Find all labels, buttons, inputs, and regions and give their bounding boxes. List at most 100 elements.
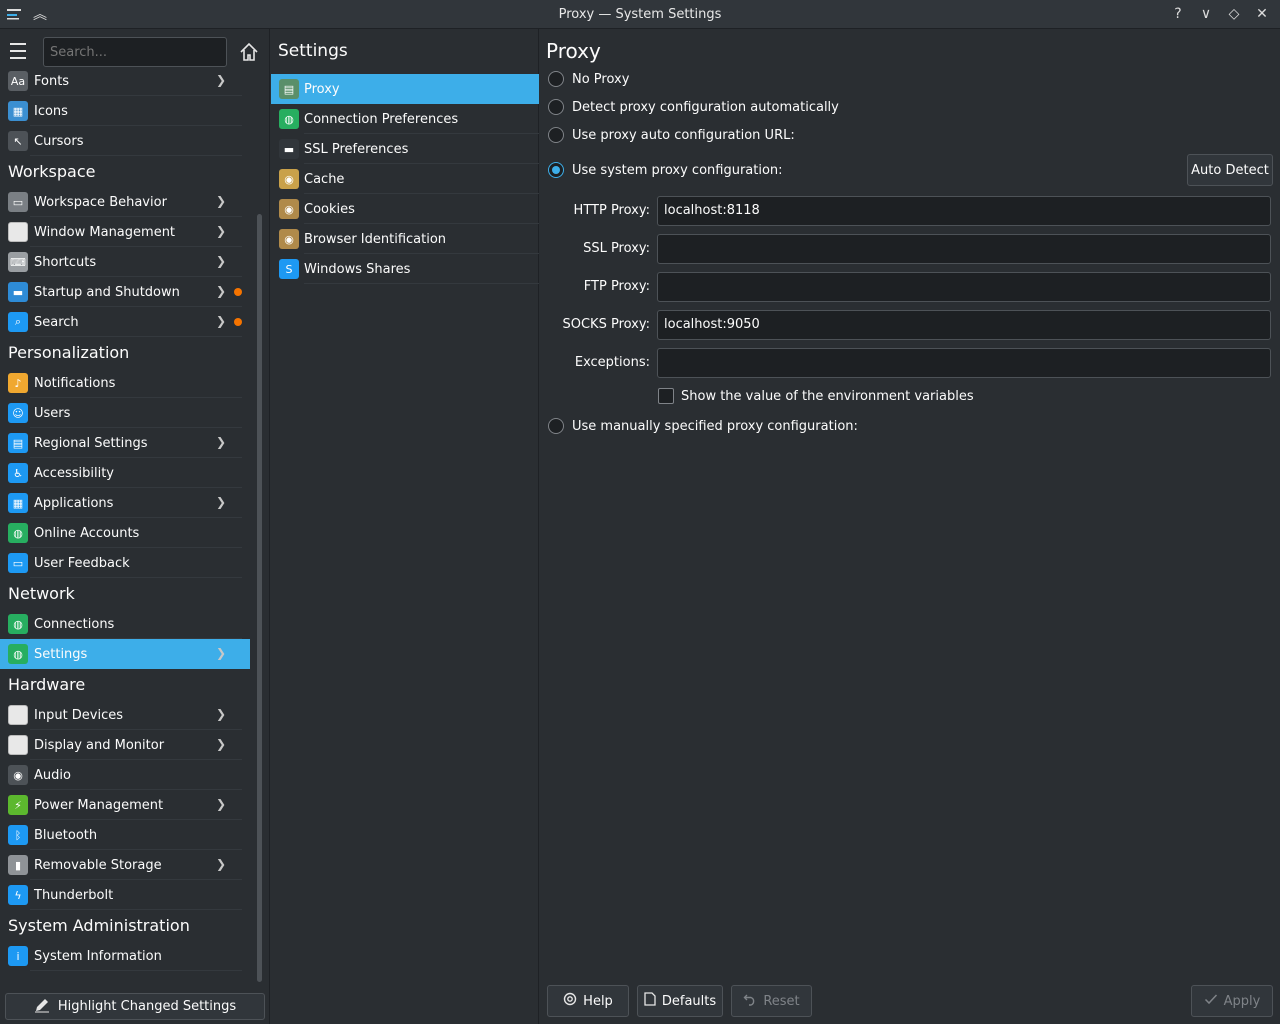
feedback-icon: ▭ (8, 553, 28, 573)
help-button-label: Help (583, 993, 613, 1009)
sidebar-item-user-feedback[interactable]: ▭ User Feedback (0, 548, 250, 578)
sidebar-item-shortcuts[interactable]: ⌨ Shortcuts ❯ (0, 247, 250, 277)
show-env-checkbox[interactable] (658, 388, 674, 404)
apply-button-label: Apply (1223, 993, 1261, 1009)
exceptions-field[interactable] (657, 348, 1271, 378)
highlight-changed-settings-button[interactable]: Highlight Changed Settings (5, 993, 265, 1020)
category-item-label: Windows Shares (304, 261, 411, 277)
auto-detect-button[interactable]: Auto Detect (1187, 154, 1273, 186)
sidebar-item-label: Applications (34, 495, 114, 511)
window-title: Proxy — System Settings (558, 6, 722, 22)
home-icon[interactable] (238, 41, 260, 63)
browser-id-icon: ◉ (279, 229, 299, 249)
sidebar-item-bluetooth[interactable]: ᛒ Bluetooth (0, 820, 250, 850)
manual-proxy-option[interactable]: Use manually specified proxy configurati… (548, 418, 858, 434)
bell-icon: ♪ (8, 373, 28, 393)
system-proxy-radio[interactable] (548, 162, 564, 178)
hamburger-menu-icon[interactable] (10, 43, 30, 61)
sidebar-item-notifications[interactable]: ♪ Notifications (0, 368, 250, 398)
auto-detect-radio[interactable] (548, 99, 564, 115)
sidebar-item-audio[interactable]: ◉ Audio (0, 760, 250, 790)
sidebar-item-connections[interactable]: ◍ Connections (0, 609, 250, 639)
sidebar-item-system-information[interactable]: i System Information (0, 941, 250, 971)
category-item-label: Connection Preferences (304, 111, 459, 127)
category-item-cookies[interactable]: ◉ Cookies (271, 194, 539, 224)
sidebar-item-input-devices[interactable]: Input Devices ❯ (0, 700, 250, 730)
sidebar-item-settings[interactable]: ◍ Settings ❯ (0, 639, 250, 669)
ftp-proxy-field[interactable] (657, 272, 1271, 302)
reset-button[interactable]: Reset (731, 985, 812, 1017)
help-button[interactable]: Help (547, 985, 629, 1017)
category-item-label: Browser Identification (304, 231, 447, 247)
globe-icon: ◍ (8, 523, 28, 543)
apply-button[interactable]: Apply (1191, 985, 1273, 1017)
input-devices-icon (8, 705, 28, 725)
sidebar-item-label: Search (34, 314, 79, 330)
ssl-icon: ▬ (279, 139, 299, 159)
sidebar-item-accessibility[interactable]: ♿ Accessibility (0, 458, 250, 488)
sidebar-item-thunderbolt[interactable]: ϟ Thunderbolt (0, 880, 250, 910)
defaults-button[interactable]: Defaults (637, 985, 723, 1017)
sidebar-item-removable-storage[interactable]: ▮ Removable Storage ❯ (0, 850, 250, 880)
auto-url-option[interactable]: Use proxy auto configuration URL: (548, 127, 795, 143)
sidebar-item-label: Bluetooth (34, 827, 98, 843)
sidebar-item-regional-settings[interactable]: ▤ Regional Settings ❯ (0, 428, 250, 458)
minimize-icon[interactable]: ∨ (1196, 4, 1216, 24)
manual-proxy-label: Use manually specified proxy configurati… (572, 418, 858, 434)
sidebar-item-cursors[interactable]: ↖ Cursors (0, 126, 250, 156)
keep-above-icon[interactable]: ︽ (30, 4, 50, 24)
sidebar-item-fonts[interactable]: Aa Fonts ❯ (0, 66, 250, 96)
sidebar-item-search[interactable]: ⌕ Search ❯ (0, 307, 250, 337)
no-proxy-radio[interactable] (548, 71, 564, 87)
auto-detect-option[interactable]: Detect proxy configuration automatically (548, 99, 839, 115)
network-settings-icon: ◍ (8, 644, 28, 664)
chevron-right-icon: ❯ (215, 254, 226, 268)
maximize-icon[interactable]: ◇ (1224, 4, 1244, 24)
app-menu-icon[interactable] (4, 4, 24, 24)
socks-proxy-field[interactable]: localhost:9050 (657, 310, 1271, 340)
sidebar-item-startup-and-shutdown[interactable]: ▬ Startup and Shutdown ❯ (0, 277, 250, 307)
category-item-connection-preferences[interactable]: ◍ Connection Preferences (271, 104, 539, 134)
proxy-icon: ▤ (279, 79, 299, 99)
sidebar-item-power-management[interactable]: ⚡ Power Management ❯ (0, 790, 250, 820)
users-icon: ☺ (8, 403, 28, 423)
fonts-icon: Aa (8, 71, 28, 91)
search-input[interactable] (43, 37, 227, 67)
system-proxy-option[interactable]: Use system proxy configuration: (548, 162, 783, 178)
close-icon[interactable]: ✕ (1252, 4, 1272, 24)
http-proxy-field[interactable]: localhost:8118 (657, 196, 1271, 226)
category-item-windows-shares[interactable]: S Windows Shares (271, 254, 539, 284)
category-item-proxy[interactable]: ▤ Proxy (271, 74, 539, 104)
windows-shares-icon: S (279, 259, 299, 279)
category-item-browser-identification[interactable]: ◉ Browser Identification (271, 224, 539, 254)
sidebar-item-icons[interactable]: ▦ Icons (0, 96, 250, 126)
manual-proxy-radio[interactable] (548, 418, 564, 434)
sidebar-item-window-management[interactable]: Window Management ❯ (0, 217, 250, 247)
no-proxy-option[interactable]: No Proxy (548, 71, 629, 87)
show-env-option[interactable]: Show the value of the environment variab… (658, 388, 974, 404)
sidebar-item-users[interactable]: ☺ Users (0, 398, 250, 428)
sidebar-item-label: Connections (34, 616, 115, 632)
cache-icon: ◉ (279, 169, 299, 189)
no-proxy-label: No Proxy (572, 71, 630, 87)
category-item-label: Cookies (304, 201, 355, 217)
help-icon[interactable]: ? (1168, 4, 1188, 24)
category-item-label: Proxy (304, 81, 340, 97)
ssl-proxy-field[interactable] (657, 234, 1271, 264)
sidebar-item-label: Startup and Shutdown (34, 284, 180, 300)
sidebar-item-applications[interactable]: ▦ Applications ❯ (0, 488, 250, 518)
cookies-icon: ◉ (279, 199, 299, 219)
sidebar-item-workspace-behavior[interactable]: ▭ Workspace Behavior ❯ (0, 187, 250, 217)
document-icon (644, 992, 656, 1010)
reset-button-label: Reset (763, 993, 800, 1009)
auto-url-radio[interactable] (548, 127, 564, 143)
changed-indicator-dot (234, 288, 242, 296)
bluetooth-icon: ᛒ (8, 825, 28, 845)
sidebar-item-online-accounts[interactable]: ◍ Online Accounts (0, 518, 250, 548)
sidebar-scrollbar[interactable] (257, 214, 262, 982)
sidebar-item-display-and-monitor[interactable]: Display and Monitor ❯ (0, 730, 250, 760)
category-item-ssl-preferences[interactable]: ▬ SSL Preferences (271, 134, 539, 164)
sidebar-item-label: Icons (34, 103, 68, 119)
chevron-right-icon: ❯ (215, 224, 226, 238)
category-item-cache[interactable]: ◉ Cache (271, 164, 539, 194)
